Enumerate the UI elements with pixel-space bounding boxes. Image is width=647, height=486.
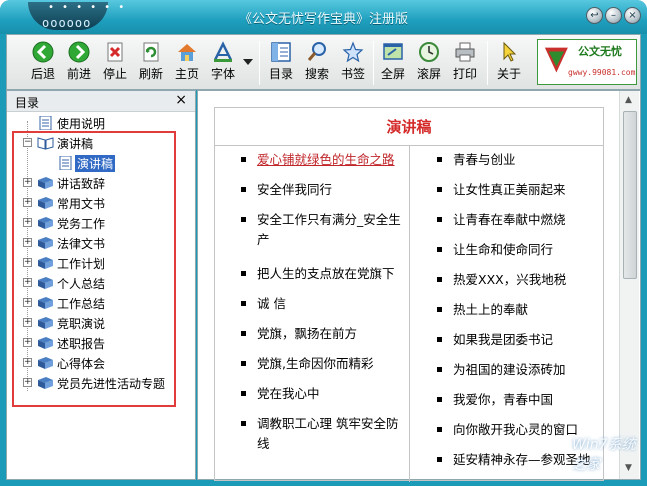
document-title: 演讲稿 bbox=[215, 108, 603, 146]
doc-link-left-0[interactable]: 爱心铺就绿色的生命之路 bbox=[241, 150, 406, 170]
back-button[interactable]: 后退 bbox=[25, 37, 61, 87]
contents-icon bbox=[271, 42, 291, 62]
toolbar-separator bbox=[487, 41, 488, 85]
doc-link-right-7[interactable]: 为祖国的建设添砖加 bbox=[437, 360, 602, 380]
font-button[interactable]: 字体 bbox=[205, 37, 241, 87]
back-circle-button[interactable]: ↩ bbox=[586, 7, 603, 24]
font-dropdown-arrow[interactable] bbox=[241, 37, 255, 87]
logo-url: gwwy.99081.com bbox=[568, 68, 636, 77]
vertical-scrollbar[interactable]: ▲ ▼ bbox=[619, 91, 639, 479]
bookmark-star-icon bbox=[342, 41, 364, 63]
contents-panel-header: 目录 × bbox=[7, 91, 195, 112]
doc-link-left-3[interactable]: 把人生的支点放在党旗下 bbox=[241, 264, 406, 284]
scrollbar-thumb[interactable] bbox=[623, 111, 637, 279]
doc-link-left-6[interactable]: 党旗,生命因你而精彩 bbox=[241, 354, 406, 374]
minimize-button[interactable]: – bbox=[605, 7, 622, 24]
about-button[interactable]: 关于 bbox=[491, 37, 527, 87]
watermark: Win7系统之家 bbox=[572, 437, 636, 473]
title-bar[interactable]: • • • • • • oooooo 《公文无忧写作宝典》注册版 ↩ – × bbox=[0, 0, 647, 34]
stop-icon bbox=[107, 42, 123, 62]
forward-arrow-icon bbox=[68, 41, 90, 63]
toolbar: 后退 前进 停止 刷新 主页 字体 目录 搜索 书签 全屏 滚屏 打印 关于 公… bbox=[6, 34, 641, 90]
doc-link-left-7[interactable]: 党在我心中 bbox=[241, 384, 406, 404]
highlight-annotation-box bbox=[12, 131, 176, 407]
search-button[interactable]: 搜索 bbox=[299, 37, 335, 87]
toolbar-separator bbox=[373, 41, 374, 85]
fullscreen-icon bbox=[383, 43, 403, 60]
content-view: 演讲稿 爱心铺就绿色的生命之路 安全伴我同行 安全工作只有满分_安全生产 把人生… bbox=[197, 90, 641, 482]
print-button[interactable]: 打印 bbox=[447, 37, 483, 87]
doc-link-left-1[interactable]: 安全伴我同行 bbox=[241, 180, 406, 200]
stop-button[interactable]: 停止 bbox=[97, 37, 133, 87]
doc-link-right-1[interactable]: 让女性真正美丽起来 bbox=[437, 180, 602, 200]
bookmark-button[interactable]: 书签 bbox=[335, 37, 371, 87]
tree-item-usage[interactable]: 使用说明 bbox=[7, 113, 195, 133]
doc-link-left-2[interactable]: 安全工作只有满分_安全生产 bbox=[241, 210, 406, 250]
doc-link-left-8[interactable]: 调教职工心理 筑牢安全防线 bbox=[241, 414, 406, 454]
product-logo: 公文无忧 gwwy.99081.com bbox=[537, 39, 637, 85]
autoscroll-button[interactable]: 滚屏 bbox=[411, 37, 447, 87]
toolbar-separator bbox=[259, 41, 260, 85]
font-icon bbox=[213, 41, 233, 62]
refresh-button[interactable]: 刷新 bbox=[133, 37, 169, 87]
printer-icon bbox=[455, 42, 475, 62]
logo-text: 公文无忧 bbox=[578, 45, 622, 58]
doc-link-right-8[interactable]: 我爱你，青春中国 bbox=[437, 390, 602, 410]
scroll-down-arrow-icon[interactable]: ▼ bbox=[625, 463, 632, 473]
column-divider bbox=[409, 146, 410, 482]
close-button[interactable]: × bbox=[624, 7, 641, 24]
back-arrow-icon bbox=[32, 41, 54, 63]
document-page: 演讲稿 爱心铺就绿色的生命之路 安全伴我同行 安全工作只有满分_安全生产 把人生… bbox=[214, 107, 604, 482]
home-icon bbox=[178, 44, 196, 61]
contents-panel-title: 目录 bbox=[15, 96, 40, 110]
doc-link-right-2[interactable]: 让青春在奉献中燃烧 bbox=[437, 210, 602, 230]
doc-link-right-0[interactable]: 青春与创业 bbox=[437, 150, 602, 170]
close-icon[interactable]: × bbox=[175, 92, 187, 108]
doc-link-left-5[interactable]: 党旗，飘扬在前方 bbox=[241, 324, 406, 344]
doc-link-left-4[interactable]: 诚 信 bbox=[241, 294, 406, 314]
forward-button[interactable]: 前进 bbox=[61, 37, 97, 87]
refresh-icon bbox=[143, 42, 159, 62]
page-icon bbox=[39, 116, 52, 130]
scroll-up-arrow-icon[interactable]: ▲ bbox=[625, 95, 632, 105]
contents-button[interactable]: 目录 bbox=[263, 37, 299, 87]
autoscroll-clock-icon bbox=[419, 42, 439, 62]
cursor-about-icon bbox=[503, 41, 517, 62]
chevron-down-icon bbox=[243, 59, 253, 65]
search-icon bbox=[307, 42, 326, 61]
doc-link-right-4[interactable]: 热爱XXX，兴我地税 bbox=[437, 270, 602, 290]
doc-link-right-5[interactable]: 热土上的奉献 bbox=[437, 300, 602, 320]
doc-link-right-6[interactable]: 如果我是团委书记 bbox=[437, 330, 602, 350]
app-window: • • • • • • oooooo 《公文无忧写作宝典》注册版 ↩ – × 后… bbox=[0, 0, 647, 486]
home-button[interactable]: 主页 bbox=[169, 37, 205, 87]
doc-link-right-3[interactable]: 让生命和使命同行 bbox=[437, 240, 602, 260]
fullscreen-button[interactable]: 全屏 bbox=[375, 37, 411, 87]
window-title: 《公文无忧写作宝典》注册版 bbox=[238, 12, 408, 27]
